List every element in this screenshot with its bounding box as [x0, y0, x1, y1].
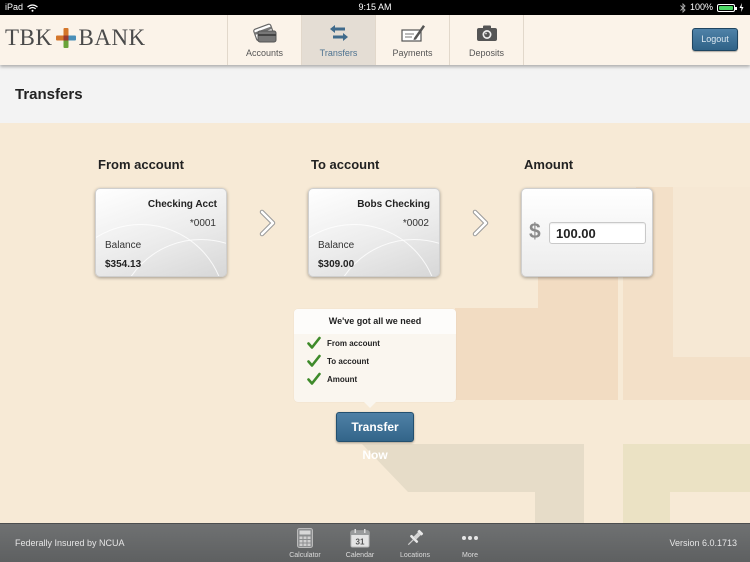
- battery-percent: 100%: [689, 2, 713, 12]
- from-account-number: *0001: [189, 218, 216, 229]
- calendar-icon: 31: [349, 527, 371, 549]
- to-account-label: To account: [311, 157, 380, 172]
- battery-icon: [717, 3, 737, 12]
- bg-road: [362, 444, 584, 523]
- tool-label: More: [462, 552, 478, 559]
- nav-tab-transfers[interactable]: Transfers: [302, 15, 376, 65]
- app-header: TBK BANK Accounts Transfers Payments Dep…: [0, 15, 750, 65]
- main-nav: Accounts Transfers Payments Deposits: [227, 15, 524, 65]
- checkmark-icon: [307, 372, 321, 385]
- to-account-card[interactable]: Bobs Checking *0002 Balance $309.00: [308, 188, 440, 277]
- bluetooth-icon: [680, 2, 686, 13]
- logo-text-left: TBK: [5, 25, 53, 50]
- checklist-item-label: Amount: [327, 374, 358, 384]
- from-balance-label: Balance: [105, 240, 142, 251]
- transfer-now-button[interactable]: Transfer Now: [336, 412, 414, 462]
- tbk-bank-logo: TBK BANK: [5, 25, 146, 51]
- page-title: Transfers: [15, 86, 83, 103]
- checklist-pointer: [364, 402, 376, 408]
- nav-tab-label: Deposits: [468, 48, 504, 58]
- checkmark-icon: [307, 336, 321, 349]
- status-bar: iPad 9:15 AM 100%: [0, 0, 750, 15]
- to-account-name: Bobs Checking: [357, 199, 430, 210]
- from-account-card[interactable]: Checking Acct *0001 Balance $354.13: [95, 188, 227, 277]
- amount-card: $: [521, 188, 653, 277]
- to-balance-value: $309.00: [318, 259, 355, 270]
- amount-label: Amount: [524, 157, 574, 172]
- ready-checklist: We've got all we need From account To ac…: [294, 309, 456, 408]
- calendar-button[interactable]: 31 Calendar: [335, 527, 385, 559]
- checklist-item-label: From account: [327, 338, 380, 348]
- checklist-item: To account: [294, 352, 456, 370]
- bg-shape: [673, 187, 750, 357]
- transfer-arrows-icon: [325, 22, 353, 44]
- tool-label: Locations: [400, 552, 430, 559]
- bg-road: [623, 444, 750, 523]
- calculator-button[interactable]: Calculator: [280, 527, 330, 559]
- clock: 9:15 AM: [358, 2, 392, 12]
- logo-text-right: BANK: [78, 25, 146, 50]
- from-account-name: Checking Acct: [147, 199, 217, 210]
- pushpin-icon: [404, 527, 426, 549]
- nav-tab-label: Payments: [392, 48, 433, 58]
- nav-tab-payments[interactable]: Payments: [376, 15, 450, 65]
- logout-button[interactable]: Logout: [692, 28, 738, 51]
- calculator-icon: [294, 527, 316, 549]
- calendar-day: 31: [356, 538, 365, 547]
- chevron-right-icon: [259, 209, 276, 237]
- check-pen-icon: [399, 22, 427, 44]
- camera-icon: [473, 22, 501, 44]
- to-balance-label: Balance: [318, 240, 355, 251]
- page-title-bar: Transfers: [0, 65, 750, 123]
- amount-input[interactable]: [549, 222, 646, 244]
- checklist-heading: We've got all we need: [294, 309, 456, 334]
- footer-tools: Calculator 31 Calendar Locations More: [280, 527, 500, 559]
- more-button[interactable]: More: [445, 527, 495, 559]
- logo-cross-icon: [55, 28, 76, 48]
- currency-symbol: $: [529, 220, 541, 243]
- bg-shape: [455, 308, 618, 400]
- more-dots-icon: [459, 527, 481, 549]
- nav-tab-label: Transfers: [319, 48, 358, 58]
- app-version: Version 6.0.1713: [669, 538, 737, 548]
- checklist-item-label: To account: [327, 356, 370, 366]
- insured-notice: Federally Insured by NCUA: [15, 538, 125, 548]
- to-account-number: *0002: [402, 218, 429, 229]
- credit-cards-icon: [251, 22, 279, 44]
- checkmark-icon: [307, 354, 321, 367]
- from-balance-value: $354.13: [105, 259, 142, 270]
- tool-label: Calendar: [345, 552, 375, 559]
- tool-label: Calculator: [289, 552, 321, 559]
- from-account-label: From account: [98, 157, 184, 172]
- charging-icon: [739, 3, 744, 12]
- chevron-right-icon: [472, 209, 489, 237]
- nav-tab-label: Accounts: [245, 48, 284, 58]
- checklist-item: From account: [294, 334, 456, 352]
- nav-tab-deposits[interactable]: Deposits: [450, 15, 524, 65]
- nav-tab-accounts[interactable]: Accounts: [228, 15, 302, 65]
- locations-button[interactable]: Locations: [390, 527, 440, 559]
- checklist-item: Amount: [294, 370, 456, 388]
- footer-toolbar: Federally Insured by NCUA Calculator 31: [0, 523, 750, 562]
